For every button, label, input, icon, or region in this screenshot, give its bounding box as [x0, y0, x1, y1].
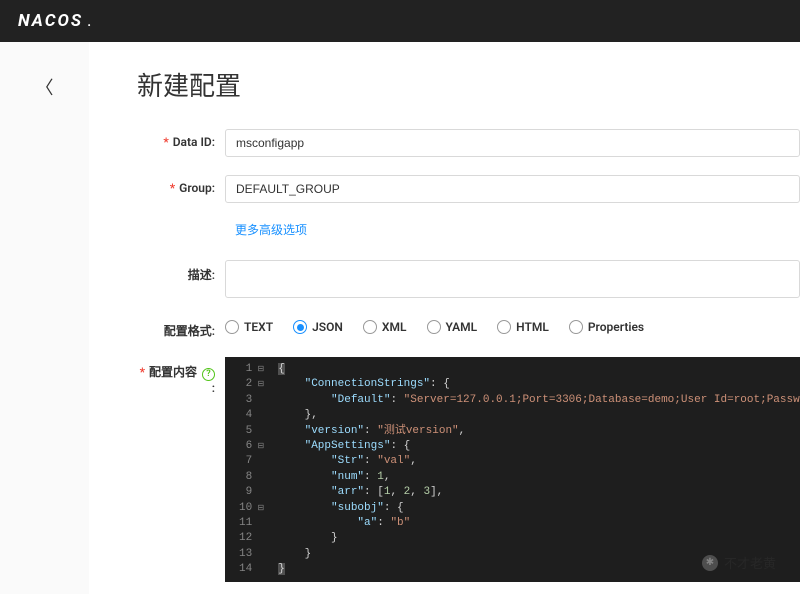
gutter-line: 13	[239, 547, 264, 562]
advanced-options-link[interactable]: 更多高级选项	[235, 221, 800, 238]
gutter-line: 10⊟	[239, 501, 264, 516]
format-radio-xml[interactable]: XML	[363, 320, 407, 334]
code-line: "version": "测试version",	[278, 424, 800, 439]
group-input[interactable]	[225, 175, 800, 203]
content: 新建配置 *Data ID: *Group: 更多高级选项 描述: 配置格式: …	[89, 42, 800, 594]
format-radio-text[interactable]: TEXT	[225, 320, 273, 334]
main-area: 〈 新建配置 *Data ID: *Group: 更多高级选项 描述: 配置格式…	[0, 42, 800, 594]
watermark-text: 不才老黄	[724, 553, 776, 572]
code-line: "a": "b"	[278, 516, 800, 531]
radio-label: HTML	[516, 320, 549, 334]
code-line: "Default": "Server=127.0.0.1;Port=3306;D…	[278, 393, 800, 408]
description-input[interactable]	[225, 260, 800, 298]
gutter-line: 11	[239, 516, 264, 531]
label-group: *Group:	[137, 175, 225, 195]
radio-circle-icon	[497, 320, 511, 334]
brand-logo: NACOS	[18, 11, 83, 31]
label-format: 配置格式:	[137, 316, 225, 339]
code-gutter: 1⊟2⊟3456⊟78910⊟11121314	[225, 357, 270, 582]
radio-label: TEXT	[244, 320, 273, 334]
label-content: *配置内容 ? :	[137, 357, 225, 395]
code-line: "AppSettings": {	[278, 439, 800, 454]
row-format: 配置格式: TEXT JSON XML YAML HTML Properties	[137, 316, 800, 339]
top-header: NACOS .	[0, 0, 800, 42]
format-radio-group: TEXT JSON XML YAML HTML Properties	[225, 316, 644, 334]
format-radio-yaml[interactable]: YAML	[427, 320, 478, 334]
format-radio-json[interactable]: JSON	[293, 320, 343, 334]
label-dataid: *Data ID:	[137, 129, 225, 149]
help-icon[interactable]: ?	[202, 368, 215, 381]
row-group: *Group:	[137, 175, 800, 203]
required-mark: *	[140, 365, 145, 379]
data-id-input[interactable]	[225, 129, 800, 157]
radio-circle-icon	[569, 320, 583, 334]
radio-label: Properties	[588, 320, 644, 334]
code-body[interactable]: { "ConnectionStrings": { "Default": "Ser…	[270, 357, 800, 582]
code-line: "ConnectionStrings": {	[278, 377, 800, 392]
radio-circle-icon	[225, 320, 239, 334]
code-line: }	[278, 531, 800, 546]
format-radio-properties[interactable]: Properties	[569, 320, 644, 334]
gutter-line: 14	[239, 562, 264, 577]
code-line: "Str": "val",	[278, 454, 800, 469]
format-radio-html[interactable]: HTML	[497, 320, 549, 334]
gutter-line: 8	[239, 470, 264, 485]
gutter-line: 1⊟	[239, 362, 264, 377]
code-line: {	[278, 362, 800, 377]
radio-label: YAML	[446, 320, 478, 334]
code-line: "num": 1,	[278, 470, 800, 485]
radio-label: JSON	[312, 320, 343, 334]
code-editor[interactable]: 1⊟2⊟3456⊟78910⊟11121314 { "ConnectionStr…	[225, 357, 800, 582]
row-content: *配置内容 ? : 1⊟2⊟3456⊟78910⊟11121314 { "Con…	[137, 357, 800, 582]
radio-circle-icon	[427, 320, 441, 334]
back-icon[interactable]: 〈	[36, 74, 54, 594]
colon: :	[212, 381, 215, 395]
wechat-icon: ✱	[702, 555, 718, 571]
gutter-line: 2⊟	[239, 377, 264, 392]
gutter-line: 5	[239, 424, 264, 439]
gutter-line: 4	[239, 408, 264, 423]
code-line: "arr": [1, 2, 3],	[278, 485, 800, 500]
brand-dot: .	[87, 11, 91, 31]
label-description: 描述:	[137, 260, 225, 283]
required-mark: *	[163, 135, 168, 149]
page-title: 新建配置	[137, 66, 800, 103]
radio-circle-icon	[363, 320, 377, 334]
gutter-line: 9	[239, 485, 264, 500]
advanced-wrapper: 更多高级选项	[137, 221, 800, 238]
gutter-line: 6⊟	[239, 439, 264, 454]
required-mark: *	[170, 181, 175, 195]
watermark: ✱ 不才老黄	[702, 553, 776, 572]
gutter-line: 12	[239, 531, 264, 546]
sidebar: 〈	[0, 42, 89, 594]
radio-label: XML	[382, 320, 407, 334]
gutter-line: 7	[239, 454, 264, 469]
code-line: },	[278, 408, 800, 423]
code-line: "subobj": {	[278, 501, 800, 516]
gutter-line: 3	[239, 393, 264, 408]
radio-circle-icon	[293, 320, 307, 334]
row-description: 描述:	[137, 260, 800, 298]
row-dataid: *Data ID:	[137, 129, 800, 157]
